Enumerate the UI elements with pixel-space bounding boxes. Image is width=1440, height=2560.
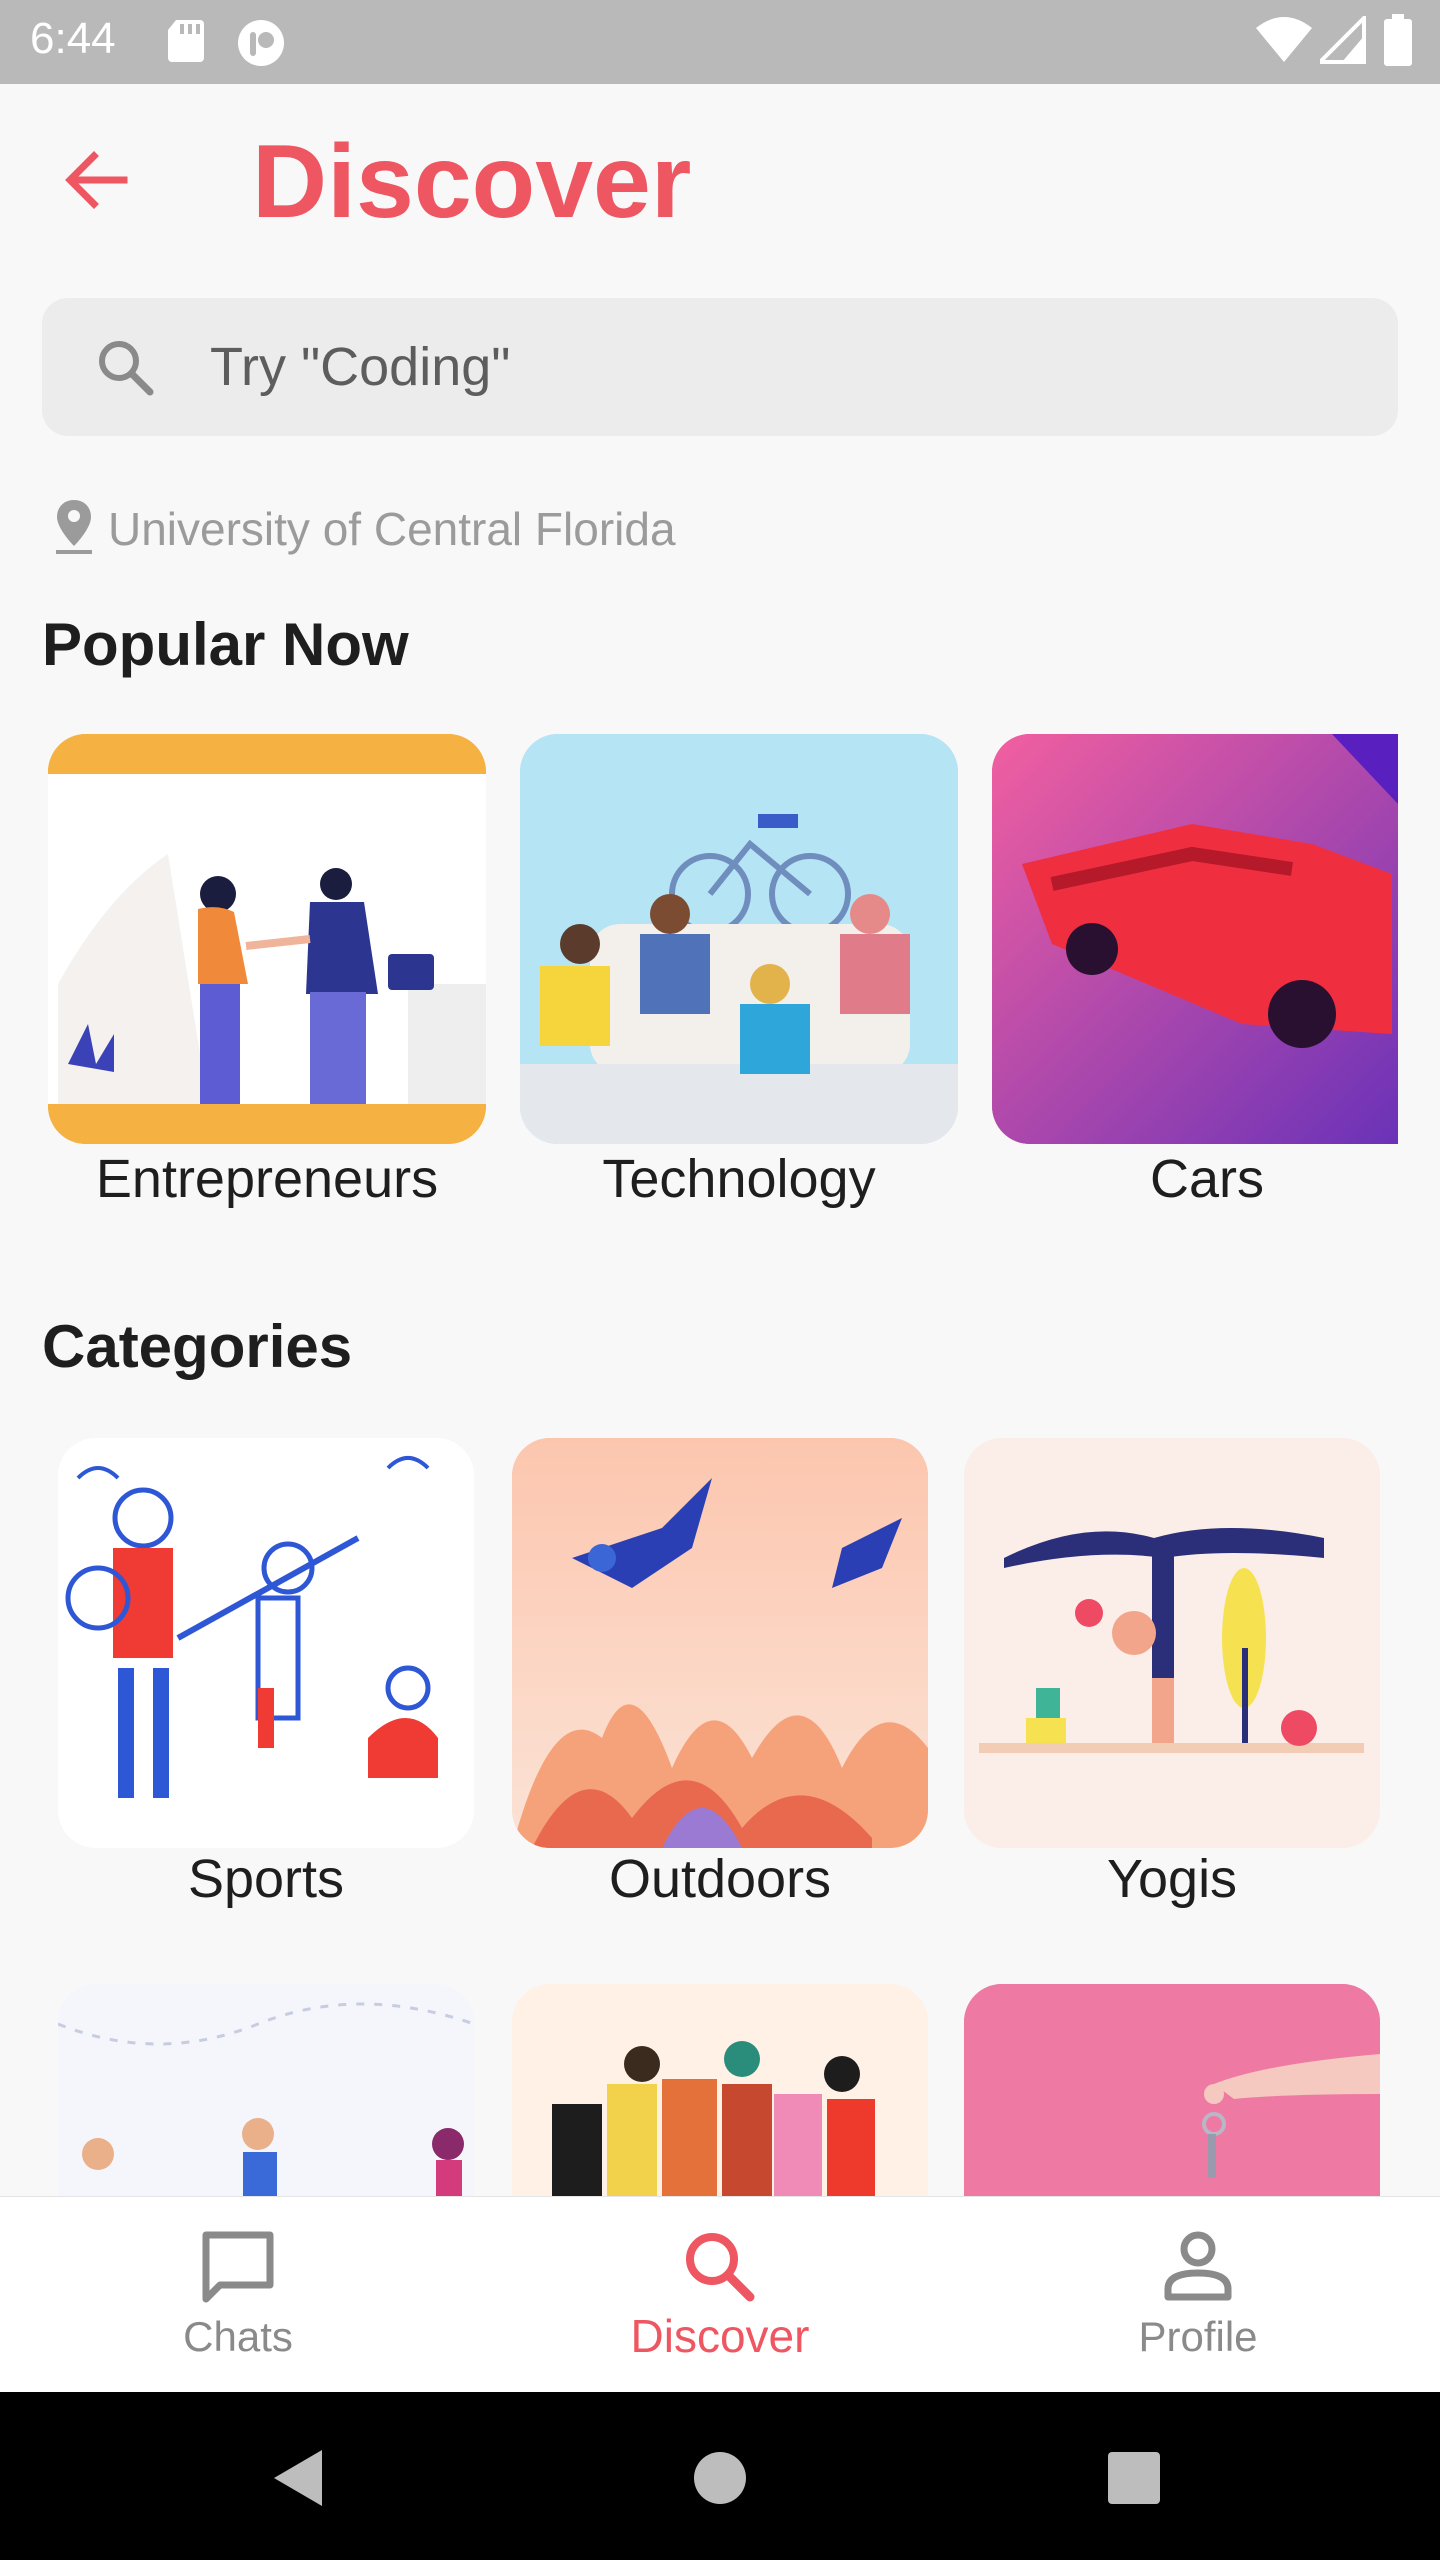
chat-icon bbox=[202, 2231, 274, 2303]
search-bar[interactable] bbox=[42, 298, 1398, 436]
popular-card-technology[interactable]: Technology bbox=[520, 734, 958, 1214]
category-card-party[interactable] bbox=[58, 1984, 474, 2244]
category-card-outdoors[interactable]: Outdoors bbox=[512, 1438, 928, 1918]
card-label: Cars bbox=[1149, 1149, 1264, 1209]
arrow-back-icon bbox=[65, 151, 128, 209]
technology-image bbox=[520, 734, 958, 1144]
card-label: Outdoors bbox=[608, 1849, 832, 1909]
nav-label-chats: Chats bbox=[183, 2313, 293, 2360]
popular-now-heading: Popular Now bbox=[42, 611, 409, 678]
system-navigation-bar bbox=[0, 2392, 1440, 2560]
wifi-icon bbox=[1256, 17, 1312, 62]
system-back-icon[interactable] bbox=[270, 2446, 330, 2510]
yogis-image bbox=[964, 1438, 1380, 1848]
card-label: Yogis bbox=[1106, 1849, 1238, 1909]
card-label: Sports bbox=[187, 1849, 345, 1909]
search-input[interactable] bbox=[208, 326, 1312, 408]
outdoors-image bbox=[512, 1438, 928, 1848]
person-icon bbox=[1164, 2231, 1232, 2301]
app-notification-icon bbox=[238, 20, 284, 66]
cellular-signal-icon bbox=[1320, 16, 1366, 64]
location-text: University of Central Florida bbox=[108, 503, 676, 555]
popular-card-cars[interactable]: Cars bbox=[992, 734, 1422, 1214]
nav-item-profile[interactable]: Profile bbox=[1068, 2197, 1328, 2393]
category-card-sports[interactable]: Sports bbox=[58, 1438, 474, 1918]
nav-item-discover[interactable]: Discover bbox=[590, 2197, 850, 2393]
entrepreneurs-image bbox=[48, 734, 486, 1144]
nav-label-discover: Discover bbox=[630, 2310, 810, 2362]
card-label: Entrepreneurs bbox=[95, 1149, 439, 1209]
battery-icon bbox=[1384, 14, 1412, 66]
search-icon bbox=[686, 2233, 755, 2302]
location-pin-icon bbox=[56, 500, 92, 554]
sd-card-icon bbox=[168, 20, 204, 62]
categories-heading: Categories bbox=[42, 1313, 353, 1380]
sports-image bbox=[58, 1438, 474, 1848]
page-title: Discover bbox=[252, 124, 692, 240]
nav-label-profile: Profile bbox=[1138, 2313, 1258, 2360]
category-card-yogis[interactable]: Yogis bbox=[964, 1438, 1380, 1918]
category-card-crowd[interactable] bbox=[512, 1984, 928, 2244]
popular-card-entrepreneurs[interactable]: Entrepreneurs bbox=[48, 734, 486, 1214]
system-recents-icon[interactable] bbox=[1108, 2452, 1160, 2504]
category-card-keys[interactable] bbox=[964, 1984, 1380, 2244]
nav-item-chats[interactable]: Chats bbox=[108, 2197, 368, 2393]
system-home-icon[interactable] bbox=[692, 2450, 748, 2506]
card-label: Technology bbox=[602, 1149, 876, 1209]
status-time: 6:44 bbox=[30, 14, 116, 63]
search-icon bbox=[99, 341, 154, 396]
back-button[interactable] bbox=[58, 140, 138, 220]
cars-image bbox=[992, 734, 1398, 1144]
status-bar: 6:44 bbox=[0, 0, 1440, 84]
bottom-navigation: Chats Discover Profile bbox=[0, 2196, 1440, 2393]
